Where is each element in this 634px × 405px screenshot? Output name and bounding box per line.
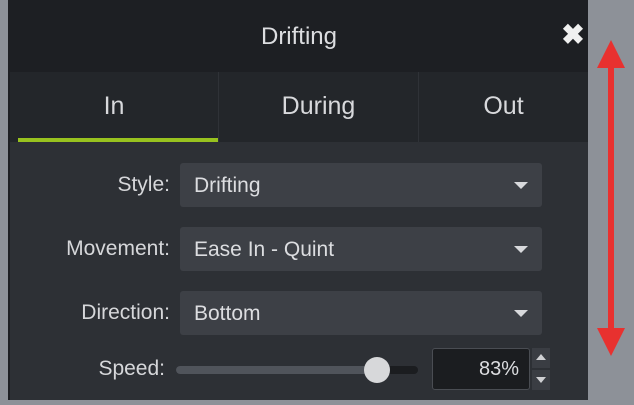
title-bar: Drifting ✖: [10, 0, 588, 72]
speed-input[interactable]: 83%: [432, 348, 530, 390]
speed-stepper: [532, 348, 550, 390]
active-tab-indicator: [18, 138, 218, 142]
tab-out[interactable]: Out: [418, 72, 588, 142]
properties-panel: Drifting ✖ In During Out Style: Drifting…: [8, 0, 588, 400]
movement-label: Movement:: [66, 237, 170, 260]
direction-value: Bottom: [194, 302, 261, 325]
style-value: Drifting: [194, 174, 261, 197]
speed-slider-fill: [176, 366, 377, 374]
speed-label: Speed:: [98, 357, 165, 380]
window-edge: [0, 0, 8, 400]
chevron-down-icon: [514, 182, 528, 189]
movement-value: Ease In - Quint: [194, 238, 335, 261]
direction-dropdown[interactable]: Bottom: [180, 291, 542, 335]
window-title: Drifting: [260, 23, 338, 50]
movement-dropdown[interactable]: Ease In - Quint: [180, 227, 542, 271]
chevron-down-icon: [514, 310, 528, 317]
animation-properties-window: Drifting ✖ In During Out Style: Drifting…: [0, 0, 634, 400]
direction-label: Direction:: [81, 301, 170, 324]
chevron-down-icon: [514, 246, 528, 253]
style-label: Style:: [117, 173, 170, 196]
style-dropdown[interactable]: Drifting: [180, 163, 542, 207]
close-icon[interactable]: ✖: [560, 21, 586, 49]
tab-during[interactable]: During: [218, 72, 418, 142]
right-gutter: [588, 0, 634, 400]
tab-in[interactable]: In: [10, 72, 218, 142]
speed-slider-thumb[interactable]: [364, 357, 390, 383]
stepper-down-icon[interactable]: [532, 370, 550, 390]
double-headed-vertical-arrow-icon: [597, 40, 625, 356]
stepper-up-icon[interactable]: [532, 348, 550, 368]
tab-bar: In During Out: [10, 72, 588, 142]
